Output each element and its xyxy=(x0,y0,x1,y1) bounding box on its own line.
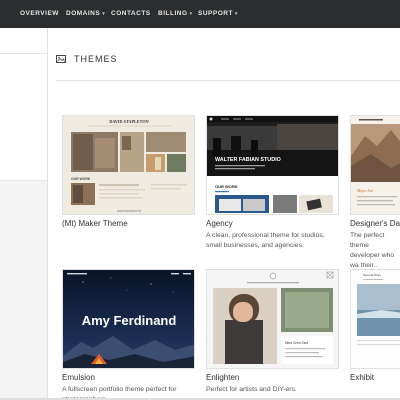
enlighten-preview-graphic: Mind Cerro Kela xyxy=(207,270,338,368)
heading-divider xyxy=(56,80,400,81)
sidebar-item[interactable] xyxy=(0,28,47,53)
image-icon xyxy=(56,55,66,63)
theme-preview-designers-daily[interactable]: Major Ave xyxy=(350,115,400,215)
theme-name-maker[interactable]: (Mt) Maker Theme xyxy=(62,219,128,228)
page-title: THEMES xyxy=(74,54,118,64)
theme-description-enlighten: Perfect for artists and DIY-ers. xyxy=(206,386,297,393)
theme-name-enlighten[interactable]: Enlighten xyxy=(206,373,239,382)
nav-domains-label: DOMAINS xyxy=(66,10,101,17)
sidebar-panel[interactable] xyxy=(0,54,47,180)
nav-support-label: SUPPORT xyxy=(198,10,233,17)
nav-contacts-label: CONTACTS xyxy=(111,10,151,17)
chevron-down-icon: ▾ xyxy=(234,11,238,17)
maker-preview-graphic: DAVID STAPLETON OUR WORK OUR PRODUCTS xyxy=(63,116,194,214)
nav-item-contacts[interactable]: CONTACTS xyxy=(111,10,151,17)
left-sidebar xyxy=(0,28,48,400)
main-content: THEMES DAVID STAPLETON OUR WORK OUR PROD… xyxy=(48,28,400,400)
sidebar-divider xyxy=(0,180,47,181)
emulsion-preview-hero: Amy Ferdinand xyxy=(82,313,177,328)
maker-preview-name: DAVID STAPLETON xyxy=(109,119,148,124)
nav-item-domains[interactable]: DOMAINS ▾ xyxy=(66,10,105,17)
nav-billing-label: BILLING xyxy=(158,10,188,17)
theme-preview-maker[interactable]: DAVID STAPLETON OUR WORK OUR PRODUCTS xyxy=(62,115,195,215)
theme-preview-exhibit[interactable]: Second Story xyxy=(350,269,400,369)
exhibit-preview-caption: Second Story xyxy=(363,273,382,277)
designers-daily-preview-graphic: Major Ave xyxy=(351,116,400,214)
agency-preview-subheading: OUR WORK xyxy=(215,184,238,189)
theme-description-agency: A clean, professional theme for studios,… xyxy=(206,232,325,249)
exhibit-preview-graphic: Second Story xyxy=(351,270,400,368)
agency-preview-hero: WALTER FABIAN STUDIO xyxy=(215,157,281,163)
nav-item-overview[interactable]: OVERVIEW xyxy=(20,10,59,17)
theme-preview-agency[interactable]: WALTER FABIAN STUDIO OUR WORK xyxy=(206,115,339,215)
theme-preview-emulsion[interactable]: Amy Ferdinand xyxy=(62,269,195,369)
nav-item-billing[interactable]: BILLING ▾ xyxy=(158,10,193,17)
enlighten-preview-caption: Mind Cerro Kela xyxy=(285,341,308,345)
theme-description-designers-daily: The perfect theme developer who wa their… xyxy=(350,232,395,269)
theme-name-emulsion[interactable]: Emulsion xyxy=(62,373,95,382)
designers-daily-preview-hero: Major Ave xyxy=(357,189,373,193)
chevron-down-icon: ▾ xyxy=(189,11,193,17)
maker-preview-subheading: OUR WORK xyxy=(71,177,91,181)
emulsion-preview-graphic: Amy Ferdinand xyxy=(63,270,194,368)
theme-name-agency[interactable]: Agency xyxy=(206,219,233,228)
theme-name-designers-daily[interactable]: Designer's Dai xyxy=(350,219,400,228)
nav-overview-label: OVERVIEW xyxy=(20,10,59,17)
top-nav-bar: OVERVIEW DOMAINS ▾ CONTACTS BILLING ▾ SUPP… xyxy=(0,0,400,28)
theme-name-exhibit[interactable]: Exhibit xyxy=(350,373,374,382)
nav-item-support[interactable]: SUPPORT ▾ xyxy=(198,10,238,17)
agency-preview-graphic: WALTER FABIAN STUDIO OUR WORK xyxy=(207,116,338,214)
chevron-down-icon: ▾ xyxy=(102,11,106,17)
theme-preview-enlighten[interactable]: Mind Cerro Kela xyxy=(206,269,339,369)
maker-preview-footer: OUR PRODUCTS xyxy=(117,209,141,213)
